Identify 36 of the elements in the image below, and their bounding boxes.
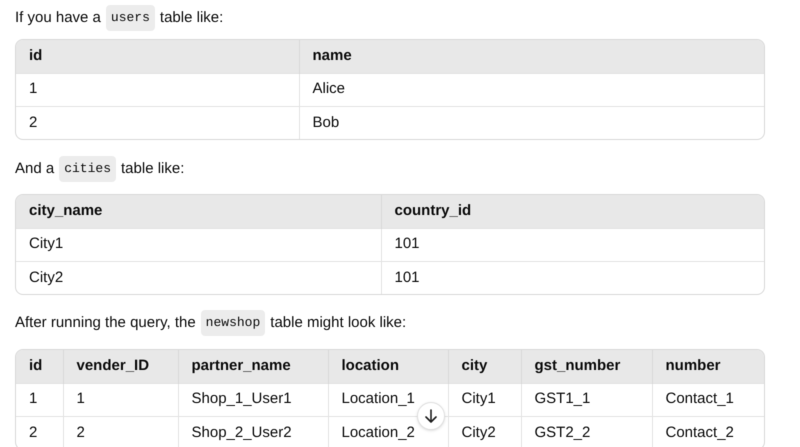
column-header: gst_number bbox=[521, 350, 652, 383]
table-cell: Contact_1 bbox=[652, 383, 764, 416]
table-cell: 101 bbox=[381, 228, 764, 261]
scroll-down-button[interactable] bbox=[417, 402, 445, 430]
table-cell: Alice bbox=[299, 73, 764, 106]
column-header: city_name bbox=[16, 195, 381, 228]
column-header: city bbox=[448, 350, 521, 383]
table-cell: 2 bbox=[63, 416, 178, 447]
paragraph: After running the query, the newshop table might look like: bbox=[15, 312, 785, 334]
arrow-down-icon bbox=[424, 409, 438, 423]
table-cell: City1 bbox=[448, 383, 521, 416]
paragraph: And a cities table like: bbox=[15, 158, 785, 180]
table-cell: 1 bbox=[16, 383, 63, 416]
column-header: name bbox=[299, 40, 764, 73]
table-cell: Bob bbox=[299, 106, 764, 139]
table-cell: 101 bbox=[381, 261, 764, 294]
table-cell: Contact_2 bbox=[652, 416, 764, 447]
table-cell: Shop_1_User1 bbox=[178, 383, 328, 416]
table-cell: City1 bbox=[16, 228, 381, 261]
table-cell: GST1_1 bbox=[521, 383, 652, 416]
table-cell: 1 bbox=[63, 383, 178, 416]
column-header: id bbox=[16, 350, 63, 383]
table-cell: City2 bbox=[16, 261, 381, 294]
table-cell: 2 bbox=[16, 106, 299, 139]
table-cell: GST2_2 bbox=[521, 416, 652, 447]
column-header: number bbox=[652, 350, 764, 383]
column-header: location bbox=[328, 350, 448, 383]
paragraph: If you have a users table like: bbox=[15, 7, 785, 29]
table-cell: Shop_2_User2 bbox=[178, 416, 328, 447]
table-cell: 1 bbox=[16, 73, 299, 106]
column-header: id bbox=[16, 40, 299, 73]
column-header: country_id bbox=[381, 195, 764, 228]
table-cell: City2 bbox=[448, 416, 521, 447]
column-header: partner_name bbox=[178, 350, 328, 383]
table-cell: 2 bbox=[16, 416, 63, 447]
column-header: vender_ID bbox=[63, 350, 178, 383]
